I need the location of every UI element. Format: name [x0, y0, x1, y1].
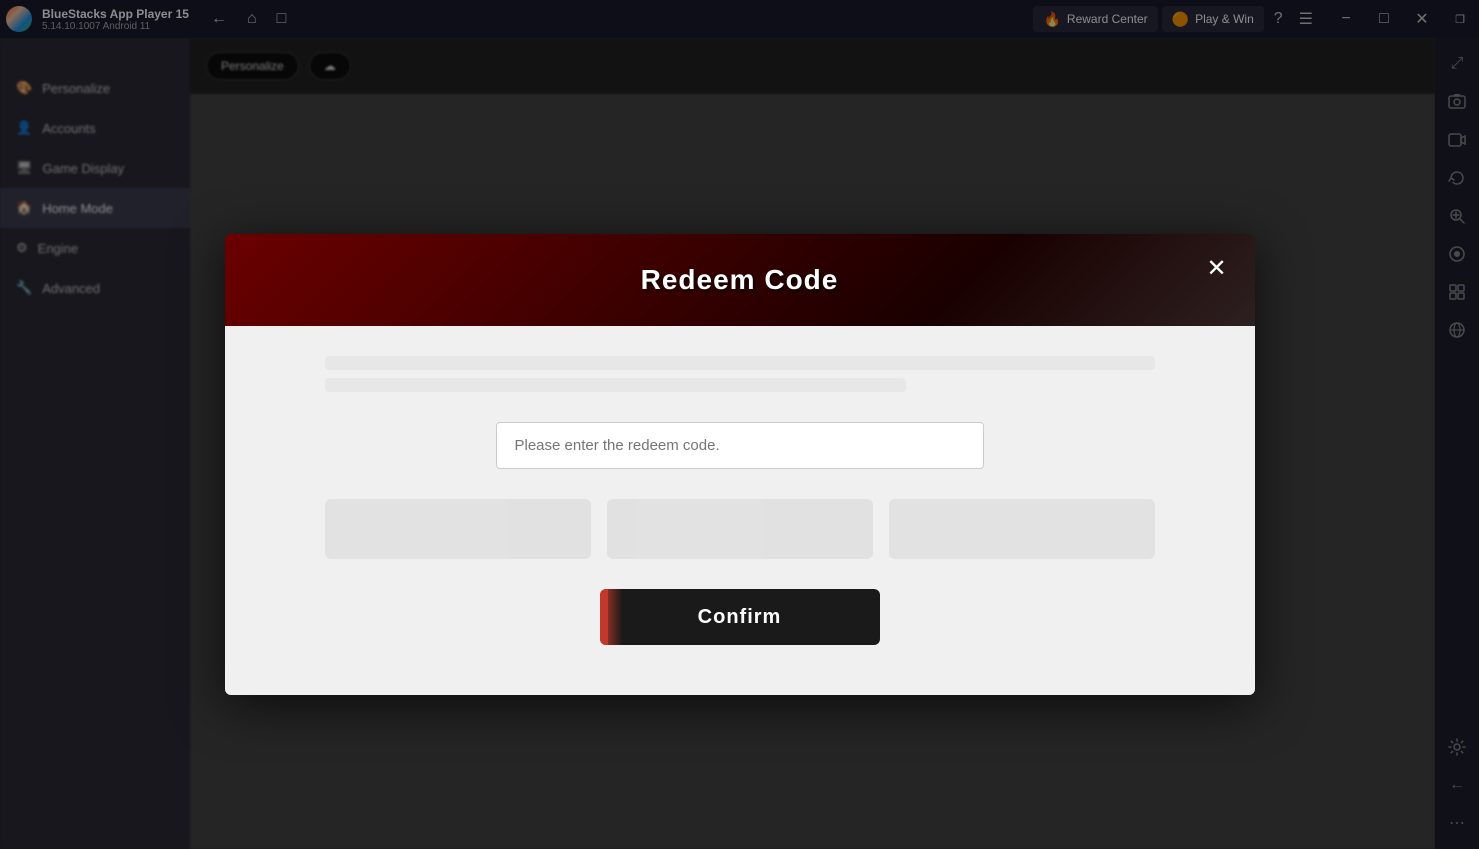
blurred-text-1: [325, 356, 1155, 370]
modal-overlay: Redeem Code ✕ Confirm: [0, 0, 1479, 849]
modal-header: Redeem Code ✕: [225, 234, 1255, 326]
confirm-label: Confirm: [698, 606, 782, 629]
redeem-code-modal: Redeem Code ✕ Confirm: [225, 234, 1255, 695]
confirm-button[interactable]: Confirm: [600, 589, 880, 645]
redeem-code-input[interactable]: [496, 422, 984, 469]
modal-close-button[interactable]: ✕: [1199, 250, 1235, 286]
modal-title: Redeem Code: [641, 264, 839, 296]
blurred-text-2: [325, 378, 906, 392]
modal-body: Confirm: [225, 326, 1255, 695]
